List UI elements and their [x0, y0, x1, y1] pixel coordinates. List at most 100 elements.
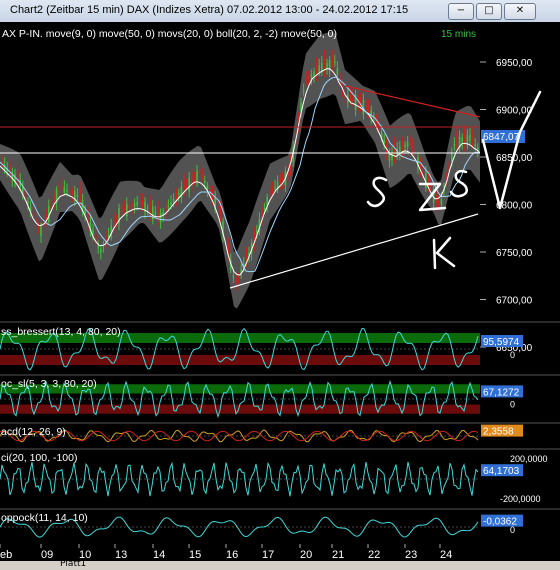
candle-body	[115, 217, 118, 221]
candle-body	[438, 201, 440, 207]
indicator-axis-label: 0	[510, 350, 515, 360]
candle-body	[274, 186, 276, 188]
candle-body	[453, 143, 456, 146]
close-button[interactable]: ✕	[504, 3, 536, 20]
minimize-button[interactable]: −	[448, 3, 474, 20]
oversold-zone	[0, 404, 480, 414]
candle-body	[461, 137, 463, 143]
date-tick-label: 14	[153, 549, 165, 561]
candle-body	[349, 94, 352, 102]
candle-body	[271, 187, 274, 191]
candle-body	[16, 169, 19, 186]
candle-body	[331, 55, 333, 68]
indicator-panel[interactable]: ss_bressert(13, 4, 80, 20) 95,5974 0	[0, 324, 560, 376]
candle-body	[76, 194, 79, 197]
candle-body	[269, 190, 271, 195]
candle-body	[68, 190, 71, 193]
indicator-axis-label: 0	[510, 525, 515, 535]
candle-body	[344, 96, 346, 98]
candle-body	[141, 199, 144, 207]
date-tick-label: 20	[300, 549, 312, 561]
candle-body	[302, 89, 305, 92]
indicator-panels[interactable]: ss_bressert(13, 4, 80, 20)95,59740oc_sl(…	[0, 324, 560, 546]
date-tick-label: 21	[332, 549, 344, 561]
indicator-name: ss_bressert(13, 4, 80, 20)	[1, 326, 121, 338]
candle-body	[219, 205, 222, 219]
candle-body	[120, 204, 123, 216]
date-tick-label: 22	[368, 549, 380, 561]
date-tick-label: 17	[262, 549, 274, 561]
candle-body	[386, 140, 388, 154]
indicator-panel[interactable]: ci(20, 100, -100) 64,1703 200,0000 -200,000…	[0, 450, 560, 510]
candle-body	[336, 68, 339, 75]
indicator-axis-label-lower: -200,0000	[500, 494, 541, 504]
candle-body	[66, 189, 68, 192]
sheet-tab[interactable]: Platt1	[60, 559, 86, 569]
candle-body	[61, 184, 63, 191]
indicator-axis-label: 200,0000	[510, 454, 548, 464]
candle-body	[71, 189, 73, 196]
candle-body	[178, 192, 180, 195]
candle-body	[471, 135, 474, 145]
candle-body	[406, 142, 409, 147]
candle-body	[334, 61, 336, 63]
indicator-value: 2,3558	[483, 427, 514, 438]
candle-body	[263, 208, 266, 210]
candle-body	[352, 95, 354, 103]
candle-body	[365, 105, 367, 110]
indicator-panel[interactable]: oc_sl(5, 3, 3, 80, 20) 67,12720	[0, 376, 560, 424]
candle-body	[123, 207, 125, 212]
candle-body	[412, 145, 414, 151]
title-bar[interactable]: Chart2 (Zeitbar 15 min) DAX (Indizes Xet…	[0, 0, 560, 23]
candle-body	[370, 110, 372, 118]
candle-body	[154, 212, 157, 216]
candle-body	[170, 202, 172, 206]
indicator-panel[interactable]: acd(12, 26, 9) 2,3558	[0, 424, 560, 450]
candle-body	[466, 134, 469, 144]
candle-body	[32, 214, 34, 216]
date-tick-label: 09	[41, 549, 53, 561]
date-tick-label: eb	[0, 549, 12, 561]
candle-body	[279, 178, 281, 184]
indicator-name: acd(12, 26, 9)	[1, 426, 66, 438]
chart-window: Chart2 (Zeitbar 15 min) DAX (Indizes Xet…	[0, 0, 560, 570]
candle-body	[107, 234, 110, 236]
candle-body	[172, 199, 175, 202]
candle-body	[232, 275, 235, 278]
candle-body	[318, 65, 320, 72]
candle-body	[310, 73, 313, 79]
candle-body	[367, 105, 370, 114]
price-tick-label: 6900,00	[496, 106, 533, 117]
indicator-axis-label: 0	[510, 399, 515, 409]
candle-body	[63, 187, 66, 193]
candle-body	[159, 212, 162, 223]
candle-body	[315, 62, 318, 75]
date-tick-label: 23	[405, 549, 417, 561]
sheet-tab-bar[interactable]: Platt1	[0, 559, 560, 570]
candle-body	[133, 203, 136, 207]
candle-body	[464, 129, 466, 145]
price-tick-label: 6750,00	[496, 248, 533, 259]
candle-body	[185, 185, 188, 187]
date-tick-label: 13	[115, 549, 127, 561]
candle-body	[430, 184, 432, 192]
price-tick-label: 6700,00	[496, 296, 533, 307]
indicator-panel[interactable]: oppock(11, 14, 10) -0,03620	[0, 510, 560, 546]
chart-plots[interactable]: AX P-IN. move(9, 0) move(50, 0) movs(20,…	[0, 22, 560, 570]
candle-body	[237, 276, 240, 278]
candle-body	[45, 215, 47, 220]
candle-body	[282, 174, 284, 182]
candle-body	[235, 278, 237, 284]
candle-body	[217, 206, 219, 209]
candle-body	[100, 249, 102, 253]
candle-body	[128, 203, 131, 210]
price-tick-label: 6950,00	[496, 58, 533, 69]
maximize-button[interactable]: □	[476, 3, 502, 20]
candle-body	[37, 227, 40, 229]
candle-body	[126, 203, 128, 217]
candle-body	[474, 144, 476, 146]
price-panel[interactable]: AX P-IN. move(9, 0) move(50, 0) movs(20,…	[0, 22, 560, 354]
candle-body	[326, 62, 328, 68]
candle-body	[204, 180, 206, 183]
candle-body	[456, 132, 458, 147]
